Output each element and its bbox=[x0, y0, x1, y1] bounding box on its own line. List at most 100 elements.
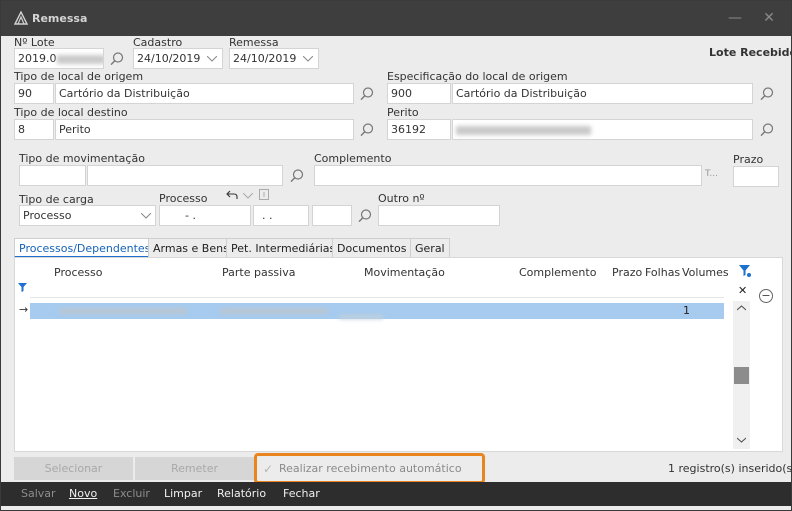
selecionar-button[interactable]: Selecionar bbox=[14, 457, 133, 480]
row-pointer-icon: → bbox=[19, 303, 29, 316]
scroll-up-icon[interactable] bbox=[737, 305, 746, 311]
selecionar-label: Selecionar bbox=[44, 462, 103, 475]
tab-armas[interactable]: Armas e Bens bbox=[148, 238, 234, 257]
col-complemento[interactable]: Complemento bbox=[519, 266, 596, 279]
prazo-label: Prazo bbox=[733, 153, 764, 166]
tipo-origem-name[interactable]: Cartório da Distribuição bbox=[55, 83, 354, 104]
perito-label: Perito bbox=[387, 106, 419, 119]
processo-field-1-value: - . bbox=[185, 209, 196, 222]
tipo-origem-code-value: 90 bbox=[18, 87, 32, 100]
espec-origem-name[interactable]: Cartório da Distribuição bbox=[452, 83, 753, 104]
tab-documentos[interactable]: Documentos bbox=[332, 238, 412, 257]
tab-armas-label: Armas e Bens bbox=[153, 242, 229, 255]
search-perito-icon[interactable] bbox=[759, 122, 775, 138]
auto-receive-checkbox[interactable]: ✓ Realizar recebimento automático bbox=[254, 453, 485, 484]
remeter-button[interactable]: Remeter bbox=[135, 457, 254, 480]
scroll-thumb[interactable] bbox=[734, 367, 749, 384]
chevron-down-icon[interactable] bbox=[243, 193, 253, 199]
outro-label: Outro nº bbox=[378, 192, 425, 205]
processo-label: Processo bbox=[159, 192, 208, 205]
mov-redacted bbox=[339, 315, 383, 319]
col-movimentacao[interactable]: Movimentação bbox=[364, 266, 445, 279]
col-parte-passiva[interactable]: Parte passiva bbox=[222, 266, 295, 279]
tab-peticoes-label: Pet. Intermediárias bbox=[231, 242, 336, 255]
remove-row-button[interactable]: − bbox=[759, 289, 773, 303]
search-lote-icon[interactable] bbox=[109, 51, 125, 67]
filter-row[interactable] bbox=[30, 280, 724, 298]
relatorio-button[interactable]: Relatório bbox=[217, 487, 266, 500]
perito-name-redacted bbox=[456, 125, 591, 135]
info-icon[interactable] bbox=[259, 189, 269, 200]
tipo-carga-select[interactable]: Processo bbox=[19, 205, 156, 226]
search-espec-icon[interactable] bbox=[759, 86, 775, 102]
limpar-button[interactable]: Limpar bbox=[164, 487, 202, 500]
prazo-input[interactable] bbox=[733, 166, 779, 187]
chevron-down-icon[interactable] bbox=[141, 213, 151, 219]
perito-code[interactable]: 36192 bbox=[387, 119, 451, 140]
filter-icon[interactable] bbox=[738, 264, 752, 278]
col-processo[interactable]: Processo bbox=[54, 266, 102, 279]
records-status: 1 registro(s) inserido(s) bbox=[668, 462, 792, 475]
app-logo-icon bbox=[13, 11, 29, 25]
salvar-button[interactable]: Salvar bbox=[21, 487, 56, 500]
auto-receive-label: Realizar recebimento automático bbox=[279, 462, 462, 475]
tipo-mov-name[interactable] bbox=[87, 165, 283, 186]
footer-toolbar: Salvar Novo Excluir Limpar Relatório Fec… bbox=[1, 482, 791, 506]
tab-peticoes[interactable]: Pet. Intermediárias bbox=[226, 238, 341, 257]
search-destino-icon[interactable] bbox=[359, 122, 375, 138]
col-folhas[interactable]: Folhas bbox=[645, 266, 680, 279]
tab-processos-label: Processos/Dependentes bbox=[19, 242, 151, 255]
row-volumes: 1 bbox=[683, 304, 690, 317]
lote-value: 2019.0 bbox=[18, 52, 57, 65]
title-bar: Remessa — ✕ bbox=[1, 1, 791, 36]
status-label: Lote Recebido bbox=[709, 46, 792, 59]
complemento-label: Complemento bbox=[314, 152, 392, 165]
tipo-origem-label: Tipo de local de origem bbox=[14, 70, 144, 83]
novo-button[interactable]: Novo bbox=[69, 487, 97, 500]
tab-geral[interactable]: Geral bbox=[410, 238, 450, 257]
clear-filter-icon[interactable]: ✕ bbox=[738, 284, 747, 297]
tab-documentos-label: Documentos bbox=[337, 242, 407, 255]
chevron-down-icon[interactable] bbox=[303, 56, 313, 62]
espec-origem-code[interactable]: 900 bbox=[387, 83, 451, 104]
remessa-window: Remessa — ✕ Nº Lote 2019.0 Cadastro 24/1… bbox=[0, 0, 792, 511]
minimize-icon[interactable]: — bbox=[725, 9, 745, 27]
fechar-button[interactable]: Fechar bbox=[283, 487, 320, 500]
tipo-origem-name-value: Cartório da Distribuição bbox=[59, 87, 190, 100]
processo-field-2-value: . . bbox=[262, 209, 273, 222]
tab-geral-label: Geral bbox=[415, 242, 445, 255]
row-filter-icon[interactable] bbox=[18, 283, 27, 292]
col-volumes[interactable]: Volumes bbox=[682, 266, 729, 279]
tipo-mov-code[interactable] bbox=[19, 165, 86, 186]
lote-input[interactable]: 2019.0 bbox=[14, 48, 104, 69]
excluir-button[interactable]: Excluir bbox=[113, 487, 150, 500]
tipo-destino-name-value: Perito bbox=[59, 123, 91, 136]
processo-field-1[interactable]: - . bbox=[159, 205, 251, 226]
search-processo-icon[interactable] bbox=[357, 208, 373, 224]
outro-input[interactable] bbox=[378, 205, 500, 226]
cadastro-value: 24/10/2019 bbox=[137, 52, 201, 65]
tipo-destino-code[interactable]: 8 bbox=[14, 119, 54, 140]
tipo-destino-name[interactable]: Perito bbox=[55, 119, 354, 140]
scroll-down-icon[interactable] bbox=[737, 437, 746, 443]
complemento-input[interactable] bbox=[314, 165, 702, 186]
window-title: Remessa bbox=[32, 12, 88, 25]
tipo-destino-label: Tipo de local destino bbox=[14, 106, 128, 119]
tab-processos[interactable]: Processos/Dependentes bbox=[14, 238, 156, 258]
espec-origem-name-value: Cartório da Distribuição bbox=[456, 87, 587, 100]
search-origem-icon[interactable] bbox=[359, 86, 375, 102]
processo-field-3[interactable] bbox=[312, 205, 352, 226]
espec-origem-label: Especificação do local de origem bbox=[387, 70, 568, 83]
tipo-mov-label: Tipo de movimentação bbox=[19, 152, 145, 165]
vertical-scrollbar[interactable] bbox=[733, 301, 750, 449]
chevron-down-icon[interactable] bbox=[207, 56, 217, 62]
search-mov-icon[interactable] bbox=[289, 168, 305, 184]
tipo-destino-code-value: 8 bbox=[18, 123, 25, 136]
close-icon[interactable]: ✕ bbox=[759, 9, 779, 27]
remove-row-icon: − bbox=[761, 289, 771, 302]
undo-icon[interactable] bbox=[226, 190, 238, 200]
tipo-origem-code[interactable]: 90 bbox=[14, 83, 54, 104]
perito-name[interactable] bbox=[452, 119, 753, 140]
processo-field-2[interactable]: . . bbox=[253, 205, 309, 226]
col-prazo[interactable]: Prazo bbox=[612, 266, 642, 279]
